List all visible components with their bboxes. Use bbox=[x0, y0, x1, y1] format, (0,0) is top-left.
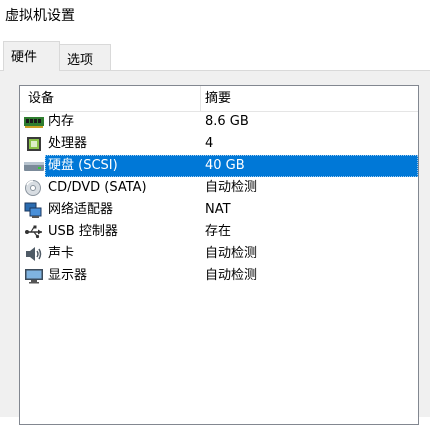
device-row-network-adapter[interactable]: 网络适配器 NAT bbox=[20, 199, 418, 221]
device-name: 处理器 bbox=[48, 136, 88, 151]
device-name: 声卡 bbox=[48, 246, 75, 261]
device-summary: 自动检测 bbox=[205, 268, 258, 283]
device-name: USB 控制器 bbox=[48, 224, 118, 239]
device-list[interactable]: 设备 摘要 内存 8.6 GB 处理器 4 硬盘 (SCSI) 40 GB CD… bbox=[19, 85, 419, 425]
device-summary: 存在 bbox=[205, 224, 232, 239]
sound-card-icon bbox=[26, 247, 42, 261]
device-name: 网络适配器 bbox=[48, 202, 114, 217]
column-header: 设备 摘要 bbox=[20, 86, 418, 112]
device-row-display[interactable]: 显示器 自动检测 bbox=[20, 265, 418, 287]
window-title: 虚拟机设置 bbox=[5, 8, 75, 24]
device-name: CD/DVD (SATA) bbox=[48, 180, 147, 195]
hard-disk-icon bbox=[24, 162, 44, 171]
device-summary: 自动检测 bbox=[205, 180, 258, 195]
device-summary: NAT bbox=[205, 202, 231, 217]
column-separator[interactable] bbox=[200, 86, 201, 111]
device-summary: 40 GB bbox=[205, 158, 245, 173]
device-name: 硬盘 (SCSI) bbox=[48, 158, 118, 173]
device-row-usb-controller[interactable]: USB 控制器 存在 bbox=[20, 221, 418, 243]
device-name: 显示器 bbox=[48, 268, 88, 283]
tab-options[interactable]: 选项 bbox=[59, 44, 111, 70]
device-row-memory[interactable]: 内存 8.6 GB bbox=[20, 111, 418, 133]
display-icon bbox=[25, 269, 43, 284]
column-summary[interactable]: 摘要 bbox=[205, 89, 231, 109]
tab-strip: 硬件 选项 bbox=[0, 38, 430, 71]
device-row-hard-disk[interactable]: 硬盘 (SCSI) 40 GB bbox=[20, 155, 418, 177]
device-row-cd-dvd[interactable]: CD/DVD (SATA) 自动检测 bbox=[20, 177, 418, 199]
device-summary: 自动检测 bbox=[205, 246, 258, 261]
usb-icon bbox=[25, 225, 42, 239]
device-summary: 4 bbox=[205, 136, 214, 151]
cd-dvd-icon bbox=[25, 180, 41, 196]
column-device[interactable]: 设备 bbox=[28, 89, 54, 109]
device-row-sound-card[interactable]: 声卡 自动检测 bbox=[20, 243, 418, 265]
device-row-processor[interactable]: 处理器 4 bbox=[20, 133, 418, 155]
memory-icon bbox=[24, 117, 44, 128]
processor-icon bbox=[27, 137, 41, 151]
network-adapter-icon bbox=[24, 202, 42, 218]
device-summary: 8.6 GB bbox=[205, 114, 249, 129]
hardware-panel: 设备 摘要 内存 8.6 GB 处理器 4 硬盘 (SCSI) 40 GB CD… bbox=[0, 70, 430, 425]
tab-hardware[interactable]: 硬件 bbox=[3, 41, 60, 71]
device-name: 内存 bbox=[48, 114, 75, 129]
